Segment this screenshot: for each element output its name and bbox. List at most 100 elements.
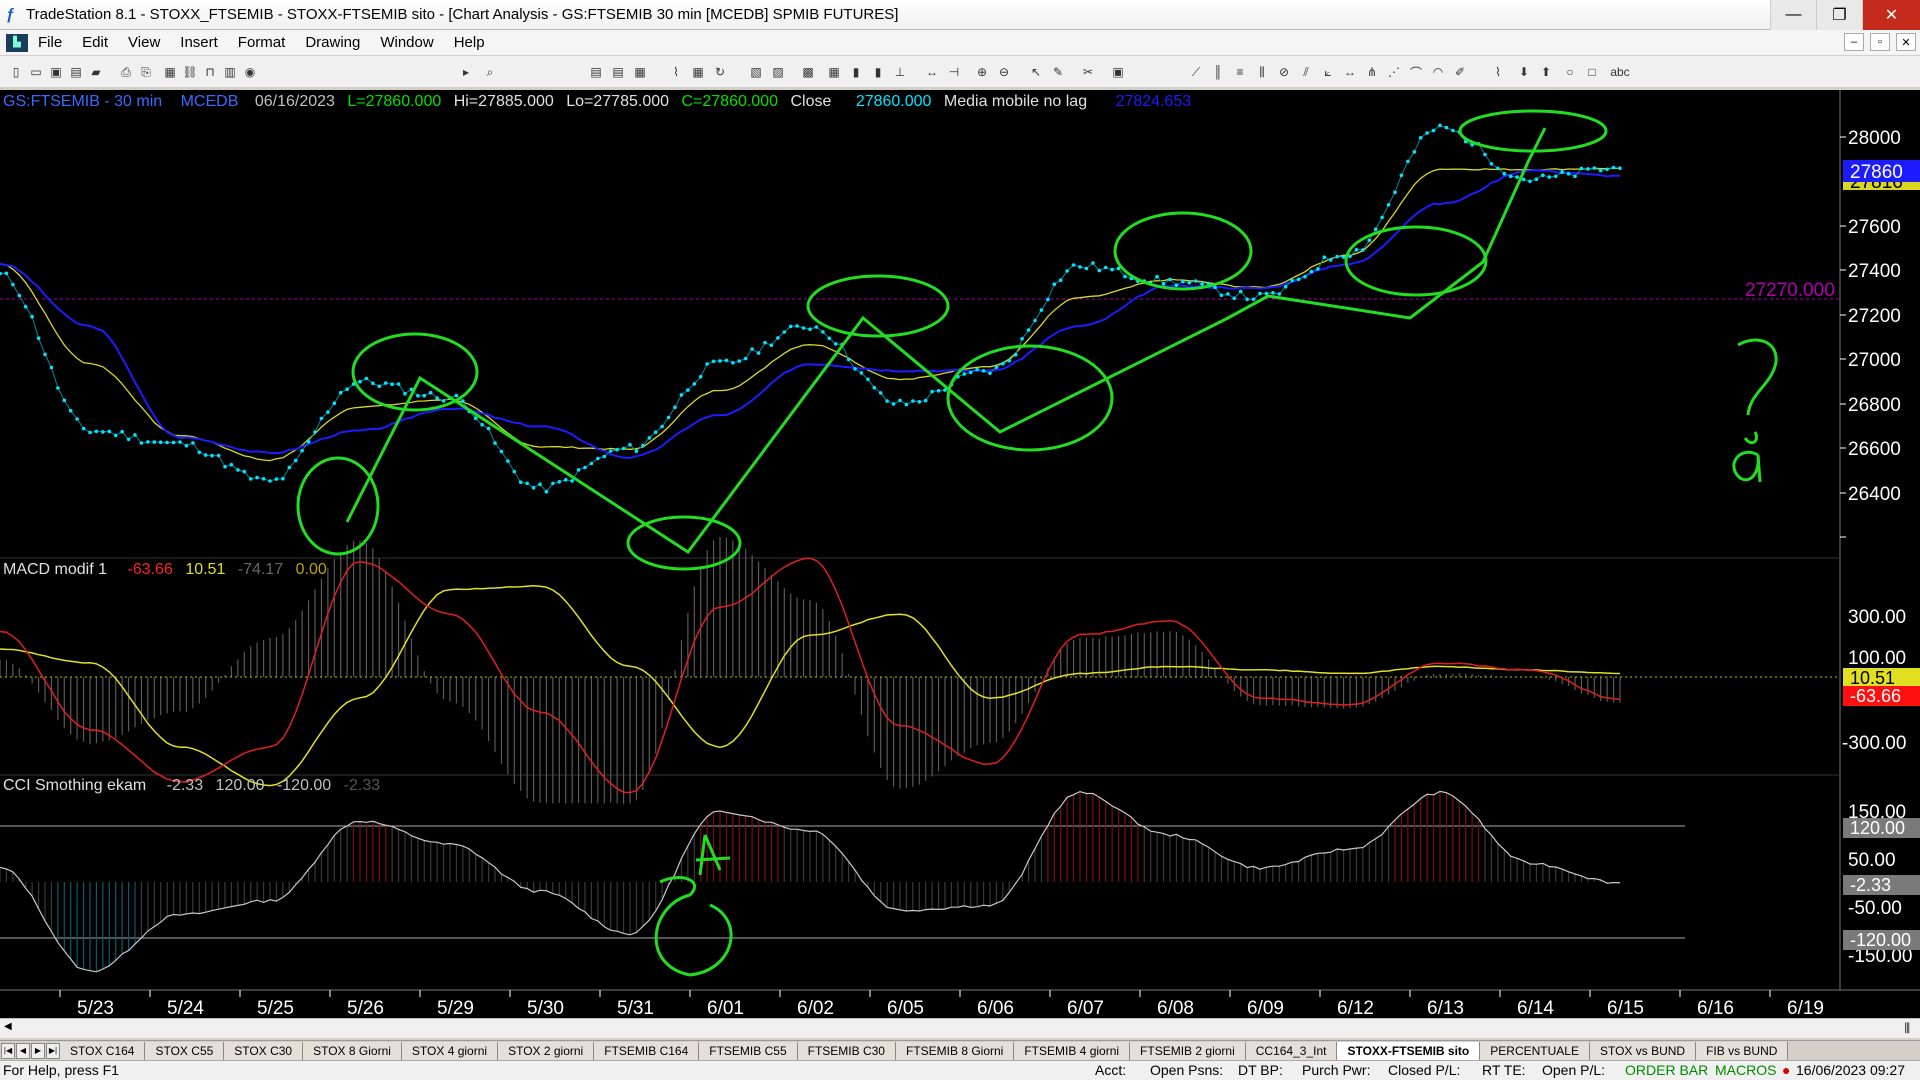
curve-icon[interactable]: ⌇ [1490,64,1506,80]
mdi-restore-icon[interactable]: ▫ [1870,33,1890,51]
tab-ftsemib-8-giorni[interactable]: FTSEMIB 8 Giorni [895,1041,1015,1060]
menu-file[interactable]: File [28,34,72,51]
data-tip-icon[interactable]: ✎ [1050,64,1066,80]
trendline-icon[interactable]: ⟋ [1188,64,1204,80]
close-point [531,486,536,490]
arrow-up-icon[interactable]: ⬆ [1538,64,1554,80]
tab-ftsemib-c164[interactable]: FTSEMIB C164 [594,1041,700,1060]
status-order-bar[interactable]: ORDER BAR [1625,1062,1708,1078]
text-tool-icon[interactable]: abc [1608,64,1632,80]
find-icon[interactable]: ⌕ [482,64,498,80]
tab-next-icon[interactable]: ▶ [31,1042,45,1059]
scroll-thumb-icon[interactable]: ⫼ [1904,1021,1910,1036]
horizontal-scrollbar[interactable]: ◀ ⫼ [0,1018,1920,1038]
folder-icon[interactable]: ▰ [88,64,104,80]
zoom-out-icon[interactable]: ⊖ [996,64,1012,80]
fan-icon[interactable]: ⋰ [1386,64,1402,80]
vertical-lines-icon[interactable]: ║ [1210,64,1226,80]
layout-1-icon[interactable]: ▤ [588,64,604,80]
refresh-icon[interactable]: ↻ [712,64,728,80]
tab-stox-c30[interactable]: STOX C30 [224,1041,304,1060]
tools-icon[interactable]: ✂ [1080,64,1096,80]
channel-icon[interactable]: ⫼ [1254,64,1270,80]
pitchfork-icon[interactable]: ⋔ [1364,64,1380,80]
chart-type-icon[interactable]: ⌇ [668,64,684,80]
layout-3-icon[interactable]: ▦ [632,64,648,80]
speed-lines-icon[interactable]: ⫽ [1298,64,1314,80]
tab-stox-c55[interactable]: STOX C55 [145,1041,225,1060]
tab-stox-4-giorni[interactable]: STOX 4 giorni [401,1041,499,1060]
maximize-button[interactable]: ❐ [1816,0,1862,30]
pointer-icon[interactable]: ↖ [1028,64,1044,80]
tab-ftsemib-c30[interactable]: FTSEMIB C30 [797,1041,896,1060]
rectangle-tool-icon[interactable]: □ [1584,64,1600,80]
compress-icon[interactable]: ⊣ [946,64,962,80]
close-point [1020,337,1024,341]
color-icon[interactable]: ◉ [242,64,258,80]
chart-analysis-window[interactable]: GS:FTSEMIB - 30 min MCEDB 06/16/2023 L=2… [0,90,1920,1030]
arrow-down-icon[interactable]: ⬇ [1516,64,1532,80]
circle-tool-icon[interactable]: ○ [1562,64,1578,80]
layout-2-icon[interactable]: ▤ [610,64,626,80]
minimize-button[interactable]: — [1770,0,1816,30]
grid-icon[interactable]: ▦ [690,64,706,80]
chart-window-icon[interactable]: ▙ [6,33,28,52]
arc-icon[interactable]: ⌒ [1408,64,1424,80]
tab-stoxx-ftsemib-sito[interactable]: STOXX-FTSEMIB sito [1337,1041,1481,1060]
tab-cc164-3-int[interactable]: CC164_3_Int [1245,1041,1338,1060]
scroll-left-icon[interactable]: ◀ [4,1021,12,1032]
close-point [1174,283,1179,288]
print-icon[interactable]: ⎙ [118,64,134,80]
matrix-icon[interactable]: ▦ [826,64,842,80]
status-macros[interactable]: MACROS [1715,1062,1776,1078]
close-button[interactable]: ✕ [1862,0,1920,30]
menu-view[interactable]: View [118,34,170,51]
volume-icon[interactable]: ▮ [870,64,886,80]
mdi-close-icon[interactable]: ✕ [1896,33,1916,51]
bar-icon[interactable]: ▮ [848,64,864,80]
menu-format[interactable]: Format [228,34,296,51]
tab-ftsemib-2-giorni[interactable]: FTSEMIB 2 giorni [1130,1041,1246,1060]
scanner-icon[interactable]: ▩ [800,64,816,80]
tab-fib-vs-bund[interactable]: FIB vs BUND [1696,1041,1789,1060]
tab-stox-2-giorni[interactable]: STOX 2 giorni [498,1041,595,1060]
format-icon[interactable]: ▥ [222,64,238,80]
gann-icon[interactable]: ⟀ [1320,64,1336,80]
tab-percentuale[interactable]: PERCENTUALE [1480,1041,1590,1060]
strategy-icon[interactable]: ▨ [770,64,786,80]
menu-window[interactable]: Window [370,34,443,51]
lock-icon[interactable]: ⊓ [202,64,218,80]
tick-icon[interactable]: ⊥ [892,64,908,80]
easy-language-icon[interactable]: ▣ [1110,64,1126,80]
menu-drawing[interactable]: Drawing [295,34,370,51]
tab-ftsemib-4-giorni[interactable]: FTSEMIB 4 giorni [1014,1041,1131,1060]
menu-edit[interactable]: Edit [72,34,118,51]
chart-canvas[interactable]: GS:FTSEMIB - 30 min MCEDB 06/16/2023 L=2… [0,90,1920,1018]
pen-icon[interactable]: ✐ [1452,64,1468,80]
ellipse-tool-icon[interactable]: ◠ [1430,64,1446,80]
zoom-in-icon[interactable]: ⊕ [974,64,990,80]
mdi-minimize-icon[interactable]: – [1844,33,1864,51]
tab-prev-icon[interactable]: ◀ [16,1042,30,1059]
tab-ftsemib-c55[interactable]: FTSEMIB C55 [699,1041,798,1060]
tab-stox-c164[interactable]: STOX C164 [60,1041,146,1060]
expand-icon[interactable]: ↔ [924,64,940,80]
menu-insert[interactable]: Insert [170,34,228,51]
open-icon[interactable]: ▭ [28,64,44,80]
new-icon[interactable]: ▯ [8,64,24,80]
tab-first-icon[interactable]: |◀ [1,1042,15,1059]
indicator-icon[interactable]: ▧ [748,64,764,80]
print-preview-icon[interactable]: ⎘ [138,64,154,80]
tab-stox-8-giorni[interactable]: STOX 8 Giorni [303,1041,402,1060]
save-icon[interactable]: ▣ [48,64,64,80]
arrow-lr-icon[interactable]: ↔ [1342,64,1358,80]
horizontal-lines-icon[interactable]: ≡ [1232,64,1248,80]
window-icon[interactable]: ▦ [162,64,178,80]
workspace-icon[interactable]: ▤ [68,64,84,80]
fib-icon[interactable]: ⊘ [1276,64,1292,80]
link-icon[interactable]: ⛓ [182,64,198,80]
tab-stox-vs-bund[interactable]: STOX vs BUND [1589,1041,1697,1060]
play-icon[interactable]: ▸ [458,64,474,80]
menu-help[interactable]: Help [444,34,495,51]
tab-last-icon[interactable]: ▶| [46,1042,60,1059]
